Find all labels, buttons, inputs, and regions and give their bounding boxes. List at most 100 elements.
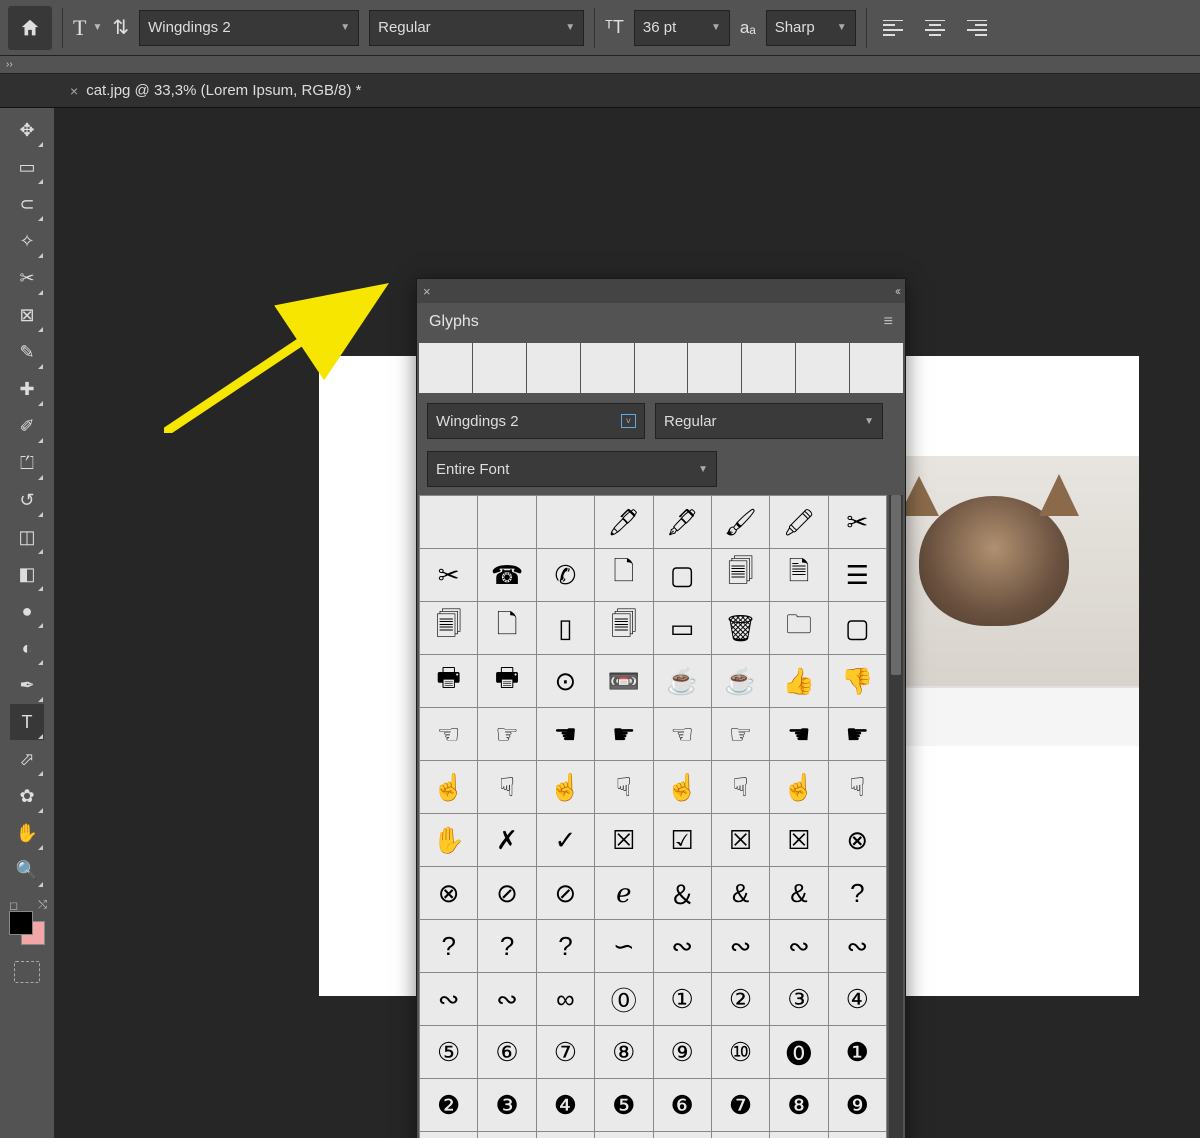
glyph-cell[interactable]: ☑ [654,814,711,866]
font-family-dropdown[interactable]: Wingdings 2 ▼ [139,10,359,46]
glyph-cell[interactable]: ⑦ [537,1026,594,1078]
zoom-tool[interactable]: 🔍 [10,852,44,888]
glyph-cell[interactable]: ∞ [537,973,594,1025]
glyph-cell[interactable]: ∽ [595,920,652,972]
glyph-cell[interactable]: ❼ [712,1079,769,1131]
glyph-cell[interactable]: ❸ [478,1079,535,1131]
glyph-cell[interactable]: 🗀 [770,602,827,654]
glyph-cell[interactable]: ☚ [770,708,827,760]
glyph-cell[interactable]: 🗐 [712,549,769,601]
glyph-cell[interactable]: ✚ [712,1132,769,1138]
glyph-cell[interactable]: ☚ [537,708,594,760]
glyph-cell[interactable]: ❹ [537,1079,594,1131]
glyph-cell[interactable]: ❺ [595,1079,652,1131]
swap-colors-icon[interactable]: ⤭ [38,899,47,912]
glyph-cell[interactable]: ☟ [478,761,535,813]
font-size-dropdown[interactable]: 36 pt ▼ [634,10,730,46]
glyph-cell[interactable]: ☝ [770,761,827,813]
glyph-cell[interactable]: ∾ [478,973,535,1025]
font-style-dropdown[interactable]: Regular ▼ [369,10,584,46]
glyph-cell[interactable]: ☛ [595,708,652,760]
glyph-cell[interactable]: 🖶 [478,655,535,707]
glyph-cell[interactable]: ☞ [712,708,769,760]
magic-wand-tool[interactable]: ✧ [10,223,44,259]
expand-strip[interactable]: ›› [0,56,1200,74]
glyph-cell[interactable]: ❽ [770,1079,827,1131]
glyph-cell[interactable]: ? [420,920,477,972]
dodge-tool[interactable]: ◐ [10,630,44,666]
glyph-cell[interactable]: ? [537,920,594,972]
glyph-cell[interactable]: ∾ [829,920,886,972]
glyph-cell[interactable]: ✓ [537,814,594,866]
glyph-cell[interactable] [829,1132,886,1138]
glyph-cell[interactable]: ⊃ [595,1132,652,1138]
glyph-cell[interactable]: ☒ [770,814,827,866]
glyph-cell[interactable]: ▢ [654,549,711,601]
glyph-cell[interactable]: ☜ [654,708,711,760]
align-center-button[interactable] [919,12,951,44]
quick-mask-button[interactable] [14,961,40,983]
glyph-cell[interactable]: 🗐 [420,602,477,654]
glyph-cell[interactable]: ⊗ [420,867,477,919]
glyph-cell[interactable]: ① [654,973,711,1025]
glyph-cell[interactable]: ☒ [712,814,769,866]
glyph-cell[interactable]: ⓿ [770,1026,827,1078]
recent-glyph-slot[interactable] [796,343,849,393]
glyph-cell[interactable]: ▢ [829,602,886,654]
glyph-cell[interactable]: ⑩ [712,1026,769,1078]
panel-glyph-filter-dropdown[interactable]: Entire Font ▼ [427,451,717,487]
panel-font-family-dropdown[interactable]: Wingdings 2 ˅ [427,403,645,439]
healing-brush-tool[interactable]: ✚ [10,371,44,407]
glyph-cell[interactable]: ☛ [829,708,886,760]
glyph-cell[interactable]: ∾ [654,920,711,972]
glyph-cell[interactable]: ○ [537,1132,594,1138]
glyph-cell[interactable]: ? [829,867,886,919]
frame-tool[interactable]: ⊠ [10,297,44,333]
glyph-cell[interactable]: ⓪ [595,973,652,1025]
glyph-cell[interactable]: ❷ [420,1079,477,1131]
recent-glyph-slot[interactable] [473,343,526,393]
glyph-cell[interactable]: ∾ [420,973,477,1025]
align-right-button[interactable] [961,12,993,44]
glyph-cell[interactable]: ⓾ [420,1132,477,1138]
glyph-cell[interactable]: 🗋 [478,602,535,654]
glyph-cell[interactable]: ∾ [712,920,769,972]
glyph-cell[interactable]: ∾ [770,920,827,972]
glyph-cell[interactable]: ✂ [829,496,886,548]
gradient-tool[interactable]: ◧ [10,556,44,592]
glyph-cell[interactable]: ② [712,973,769,1025]
glyph-cell[interactable]: 🗎 [770,549,827,601]
glyph-cell[interactable]: ☝ [537,761,594,813]
foreground-color[interactable] [9,911,33,935]
glyph-cell[interactable]: 🖌 [712,496,769,548]
glyph-cell[interactable]: ¢ [654,1132,711,1138]
glyph-cell[interactable]: 👎 [829,655,886,707]
glyph-cell[interactable]: ☝ [654,761,711,813]
glyph-cell[interactable]: ④ [829,973,886,1025]
tool-preset-picker[interactable]: T ▼ [73,15,102,41]
glyph-cell[interactable]: ✗ [478,814,535,866]
clone-stamp-tool[interactable]: ⏍ [10,445,44,481]
recent-glyph-slot[interactable] [742,343,795,393]
glyph-cell[interactable]: ⊙ [537,655,594,707]
glyph-cell[interactable] [420,496,477,548]
recent-glyph-slot[interactable] [419,343,472,393]
recent-glyph-slot[interactable] [581,343,634,393]
glyph-cell[interactable]: ☰ [829,549,886,601]
hand-tool[interactable]: ✋ [10,815,44,851]
align-left-button[interactable] [877,12,909,44]
glyph-cell[interactable]: & [770,867,827,919]
glyph-cell[interactable]: ☟ [829,761,886,813]
shape-tool[interactable]: ✿ [10,778,44,814]
recent-glyph-slot[interactable] [527,343,580,393]
panel-menu-button[interactable]: ≡ [884,313,893,331]
home-button[interactable] [8,6,52,50]
glyph-cell[interactable]: ▭ [654,602,711,654]
glyph-cell[interactable]: 📼 [595,655,652,707]
glyph-cell[interactable]: ☟ [712,761,769,813]
glyph-cell[interactable]: ℯ [595,867,652,919]
glyph-cell[interactable]: 🗐 [595,602,652,654]
glyph-cell[interactable]: ☒ [595,814,652,866]
crop-tool[interactable]: ✂ [10,260,44,296]
glyph-cell[interactable]: ⑧ [595,1026,652,1078]
